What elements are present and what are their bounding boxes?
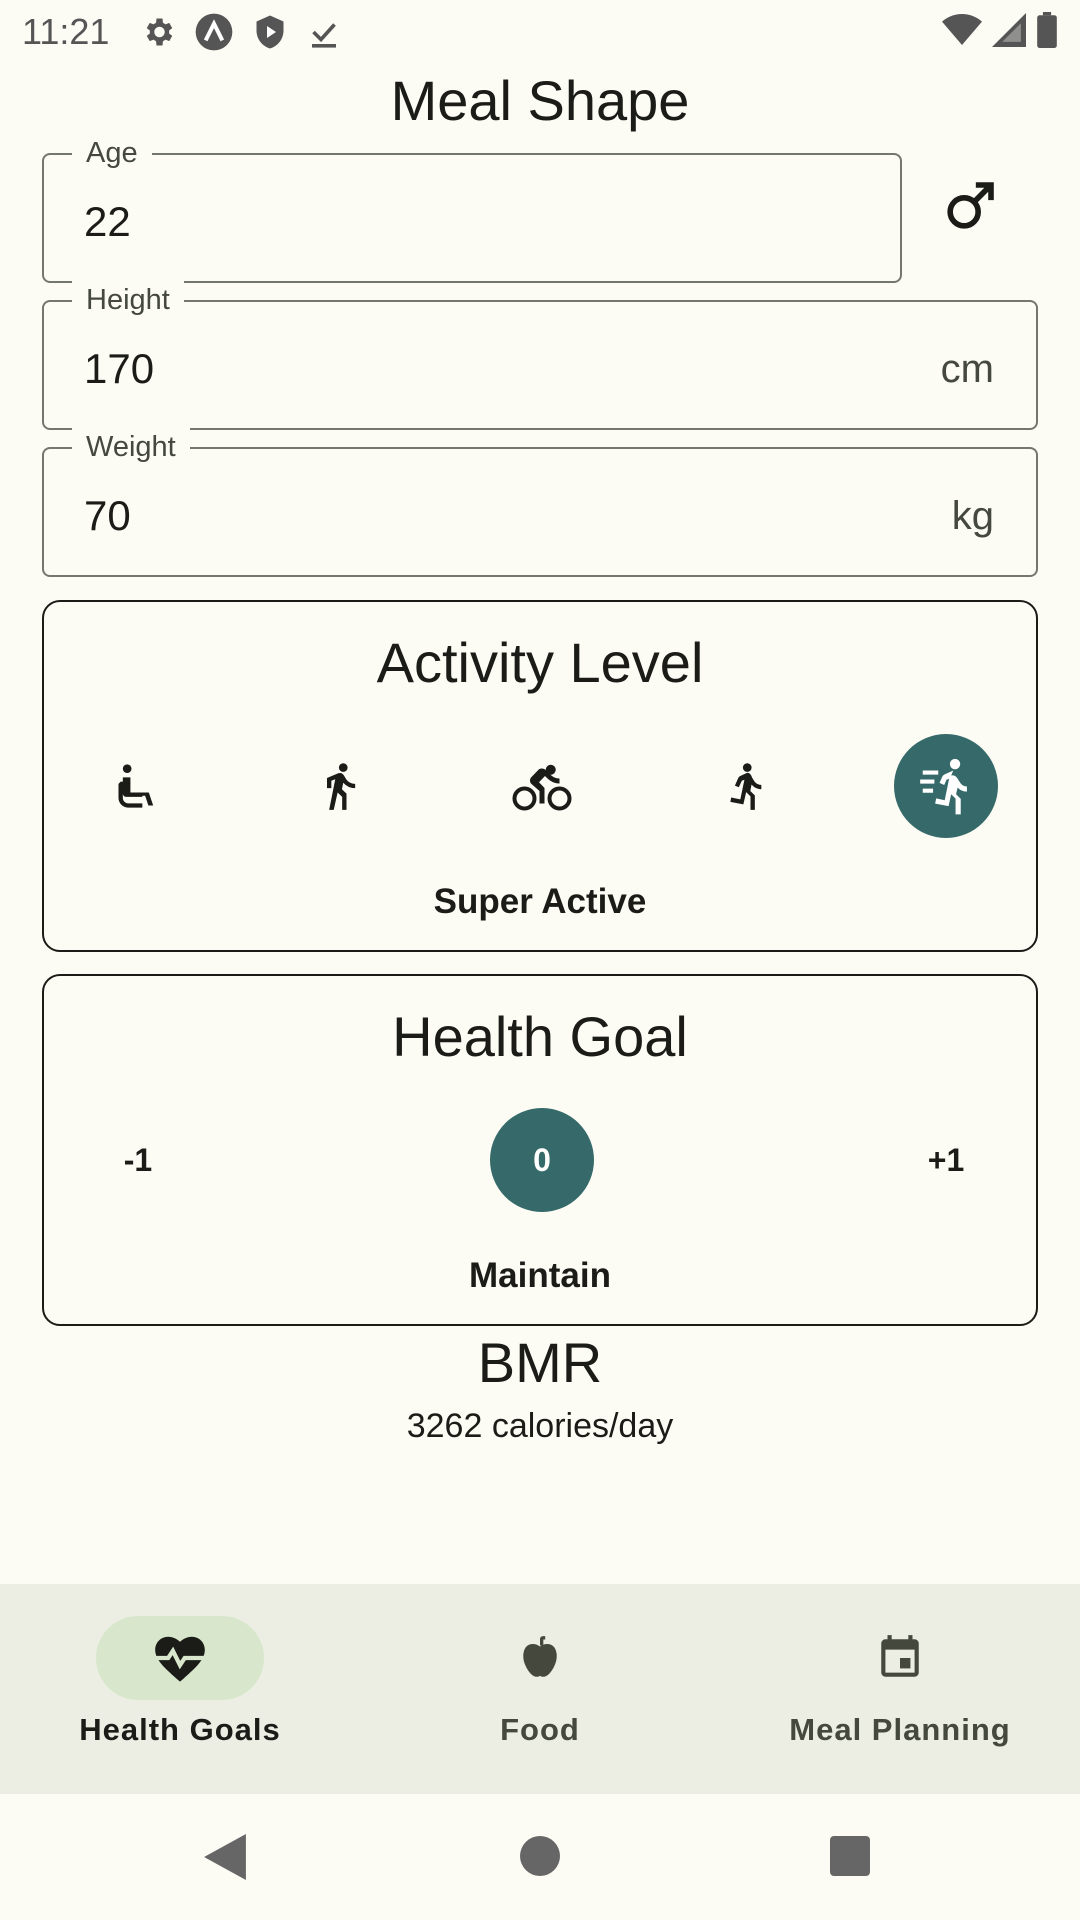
running-icon xyxy=(718,755,770,817)
status-time: 11:21 xyxy=(22,11,110,52)
bmr-title: BMR xyxy=(477,1331,603,1394)
bmr-value: 3262 calories/day xyxy=(406,1407,674,1445)
activity-light-button[interactable] xyxy=(288,734,392,838)
status-system-icons xyxy=(942,12,1058,48)
nav-active-indicator xyxy=(96,1616,264,1700)
sitting-icon xyxy=(112,758,164,814)
male-icon[interactable] xyxy=(942,178,1002,238)
activity-level-card: Activity Level Super Active xyxy=(42,600,1038,952)
activity-sedentary-button[interactable] xyxy=(86,734,190,838)
nav-label-health-goals: Health Goals xyxy=(79,1712,281,1747)
weight-unit: kg xyxy=(951,494,994,538)
weight-field[interactable]: Weight 70 kg xyxy=(42,427,1038,577)
sprinting-icon xyxy=(915,755,977,817)
app-title: Meal Shape xyxy=(390,69,690,132)
heart-monitor-icon xyxy=(151,1632,209,1684)
activity-super-active-button[interactable] xyxy=(894,734,998,838)
age-label: Age xyxy=(72,133,152,173)
apple-icon xyxy=(515,1631,565,1685)
height-label: Height xyxy=(72,280,184,320)
signal-icon xyxy=(992,12,1026,48)
battery-icon xyxy=(1036,12,1058,48)
download-done-icon xyxy=(306,14,342,50)
home-icon[interactable] xyxy=(520,1836,560,1876)
goal-selected-label: Maintain xyxy=(469,1256,611,1295)
cycling-icon xyxy=(509,756,575,816)
health-goal-card: Health Goal -1 0 +1 Maintain xyxy=(42,974,1038,1326)
weight-label: Weight xyxy=(72,427,190,467)
goal-maintain-button[interactable]: 0 xyxy=(490,1108,594,1212)
nav-item-health-goals[interactable]: Health Goals xyxy=(0,1584,360,1794)
nav-item-food[interactable]: Food xyxy=(360,1584,720,1794)
age-field[interactable]: Age 22 xyxy=(42,133,902,283)
height-value[interactable]: 170 xyxy=(84,344,154,394)
goal-lose-button[interactable]: -1 xyxy=(86,1108,190,1212)
nav-label-food: Food xyxy=(500,1712,580,1747)
health-goal-title: Health Goal xyxy=(392,1005,688,1068)
shield-play-icon xyxy=(252,13,288,51)
system-navigation-bar xyxy=(0,1794,1080,1920)
weight-value[interactable]: 70 xyxy=(84,491,131,541)
bottom-navigation: Health Goals Food Meal Planning xyxy=(0,1584,1080,1794)
wifi-icon xyxy=(942,12,982,48)
age-value[interactable]: 22 xyxy=(84,197,131,247)
app-a-icon xyxy=(194,12,234,52)
settings-icon xyxy=(140,14,176,50)
back-icon[interactable] xyxy=(204,1834,246,1880)
activity-selected-label: Super Active xyxy=(433,882,647,921)
walking-icon xyxy=(314,755,366,817)
activity-level-title: Activity Level xyxy=(376,631,704,694)
height-unit: cm xyxy=(940,347,994,391)
height-field[interactable]: Height 170 cm xyxy=(42,280,1038,430)
nav-icon-container xyxy=(456,1616,624,1700)
activity-moderate-button[interactable] xyxy=(490,734,594,838)
status-notification-icons xyxy=(140,12,342,52)
calendar-icon xyxy=(875,1631,925,1685)
activity-active-button[interactable] xyxy=(692,734,796,838)
recents-icon[interactable] xyxy=(830,1836,870,1876)
goal-gain-button[interactable]: +1 xyxy=(894,1108,998,1212)
nav-item-meal-planning[interactable]: Meal Planning xyxy=(720,1584,1080,1794)
nav-label-meal-planning: Meal Planning xyxy=(789,1712,1011,1747)
nav-icon-container xyxy=(816,1616,984,1700)
